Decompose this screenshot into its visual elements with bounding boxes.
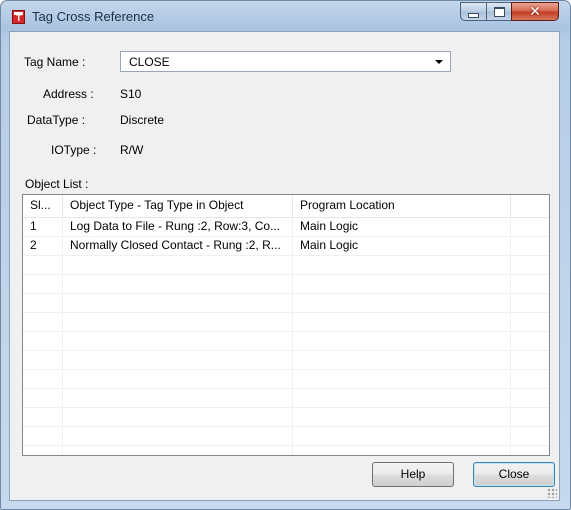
maximize-button[interactable] <box>486 2 512 21</box>
row-program-location: Main Logic <box>300 238 359 252</box>
close-icon: ✕ <box>529 3 541 20</box>
empty-row <box>23 389 549 408</box>
row-serial: 2 <box>30 238 37 252</box>
empty-row <box>23 427 549 446</box>
column-header-serial[interactable]: Sl... <box>23 195 63 217</box>
minimize-button[interactable] <box>460 2 487 21</box>
column-header-program-location[interactable]: Program Location <box>293 195 511 217</box>
maximize-icon <box>493 6 505 17</box>
address-label: Address : <box>43 87 94 101</box>
address-value: S10 <box>120 87 142 101</box>
help-button[interactable]: Help <box>372 462 454 487</box>
column-header-object-type[interactable]: Object Type - Tag Type in Object <box>63 195 293 217</box>
table-row[interactable]: 1 Log Data to File - Rung :2, Row:3, Co.… <box>23 218 549 237</box>
datatype-value: Discrete <box>120 113 165 127</box>
empty-row <box>23 256 549 275</box>
empty-row <box>23 275 549 294</box>
dialog-body: Tag Name : CLOSE Address : S10 DataType … <box>9 31 560 501</box>
empty-row <box>23 370 549 389</box>
object-list-label: Object List : <box>25 177 89 191</box>
empty-row <box>23 332 549 351</box>
row-object-type: Log Data to File - Rung :2, Row:3, Co... <box>70 219 281 233</box>
row-program-location: Main Logic <box>300 219 359 233</box>
tag-name-label: Tag Name : <box>24 55 86 69</box>
table-row[interactable]: 2 Normally Closed Contact - Rung :2, R..… <box>23 237 549 256</box>
tag-name-dropdown[interactable]: CLOSE <box>120 51 451 72</box>
row-serial: 1 <box>30 219 37 233</box>
chevron-down-icon[interactable] <box>435 60 443 64</box>
resize-grip-icon[interactable] <box>547 488 557 498</box>
window-title: Tag Cross Reference <box>32 9 155 24</box>
close-button[interactable]: Close <box>473 462 555 487</box>
empty-row <box>23 294 549 313</box>
datatype-label: DataType : <box>27 113 86 127</box>
row-object-type: Normally Closed Contact - Rung :2, R... <box>70 238 281 252</box>
title-close-button[interactable]: ✕ <box>511 2 559 21</box>
object-list-table[interactable]: Sl... Object Type - Tag Type in Object P… <box>22 194 550 456</box>
iotype-label: IOType : <box>51 143 97 157</box>
table-header: Sl... Object Type - Tag Type in Object P… <box>23 195 549 218</box>
title-bar[interactable]: Tag Cross Reference ✕ <box>1 1 570 31</box>
dialog-window: Tag Cross Reference ✕ Tag Name : CLOSE A… <box>0 0 571 510</box>
app-icon[interactable] <box>12 10 25 24</box>
minimize-icon <box>468 12 479 18</box>
tag-name-value: CLOSE <box>129 55 170 69</box>
empty-row <box>23 313 549 332</box>
empty-row <box>23 408 549 427</box>
iotype-value: R/W <box>120 143 144 157</box>
empty-row <box>23 351 549 370</box>
